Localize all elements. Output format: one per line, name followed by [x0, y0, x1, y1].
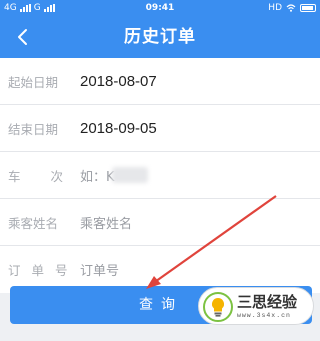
- passenger-name-row[interactable]: 乘客姓名 乘客姓名: [0, 199, 320, 246]
- train-number-label: 车次: [8, 168, 94, 184]
- hd-label: HD: [268, 3, 282, 13]
- order-number-label: 订单号: [8, 263, 79, 278]
- status-bar: 4G G 09:41 HD: [0, 0, 320, 16]
- lightbulb-logo-icon: [203, 292, 233, 322]
- start-date-field[interactable]: 2018-08-07: [80, 73, 157, 90]
- start-date-label: 起始日期: [8, 74, 59, 90]
- start-date-row[interactable]: 起始日期 2018-08-07: [0, 58, 320, 105]
- train-number-row[interactable]: 车次 如：K: [0, 152, 320, 199]
- order-filter-form: 起始日期 2018-08-07 结束日期 2018-09-05 车次 如：K 乘…: [0, 58, 320, 293]
- page-title: 历史订单: [124, 27, 196, 47]
- end-date-label: 结束日期: [8, 121, 59, 137]
- nav-bar: 历史订单: [0, 16, 320, 58]
- watermark-site: www.3s4x.cn: [237, 312, 291, 319]
- watermark-name: 三思经验: [237, 293, 298, 311]
- wifi-icon: [286, 4, 296, 12]
- end-date-row[interactable]: 结束日期 2018-09-05: [0, 105, 320, 152]
- passenger-name-input[interactable]: 乘客姓名: [80, 213, 132, 232]
- end-date-field[interactable]: 2018-09-05: [80, 120, 157, 137]
- order-number-input[interactable]: 订单号: [80, 260, 119, 279]
- redacted-text: [112, 167, 148, 183]
- status-right: HD: [268, 0, 316, 16]
- passenger-name-label: 乘客姓名: [8, 215, 59, 231]
- battery-icon: [300, 4, 316, 12]
- train-number-input[interactable]: 如：K: [80, 166, 115, 185]
- watermark-logo: 三思经验 www.3s4x.cn: [198, 287, 314, 325]
